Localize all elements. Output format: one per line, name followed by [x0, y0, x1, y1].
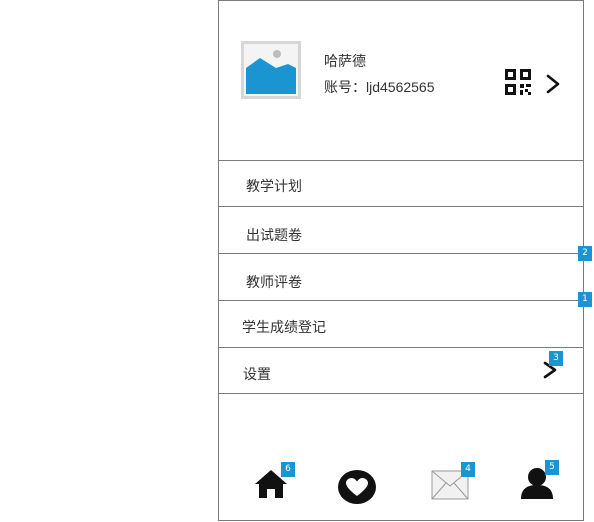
- image-placeholder-icon[interactable]: [241, 41, 301, 99]
- menu-item-exam-paper[interactable]: 出试题卷: [219, 207, 583, 254]
- qr-code-icon[interactable]: [505, 69, 531, 95]
- profile-name: 哈萨德: [324, 53, 366, 69]
- annotation-badge: 5: [545, 460, 559, 475]
- menu-item-label: 学生成绩登记: [242, 319, 326, 335]
- menu-item-teacher-grading[interactable]: 教师评卷: [219, 254, 583, 301]
- annotation-badge: 2: [578, 246, 592, 261]
- chevron-right-icon[interactable]: [545, 73, 561, 95]
- profile-header[interactable]: 哈萨德 账号：ljd4562565: [219, 1, 583, 161]
- menu-item-teaching-plan[interactable]: 教学计划: [219, 160, 583, 207]
- annotation-badge: 3: [549, 351, 563, 366]
- menu-item-label: 教师评卷: [246, 274, 302, 290]
- menu-item-settings[interactable]: 设置: [219, 348, 583, 394]
- menu-item-score-registration[interactable]: 学生成绩登记: [219, 301, 583, 348]
- phone-screen: 哈萨德 账号：ljd4562565 教学计划 出试题卷 教师评卷 学生成绩登记: [218, 0, 584, 521]
- annotation-badge: 6: [281, 462, 295, 477]
- menu-item-label: 设置: [243, 366, 271, 382]
- menu-item-label: 出试题卷: [246, 227, 302, 243]
- heart-icon[interactable]: [337, 469, 377, 505]
- annotation-badge: 4: [461, 462, 475, 477]
- annotation-badge: 1: [578, 292, 592, 307]
- profile-account: 账号：ljd4562565: [324, 79, 435, 95]
- menu-item-label: 教学计划: [246, 178, 302, 194]
